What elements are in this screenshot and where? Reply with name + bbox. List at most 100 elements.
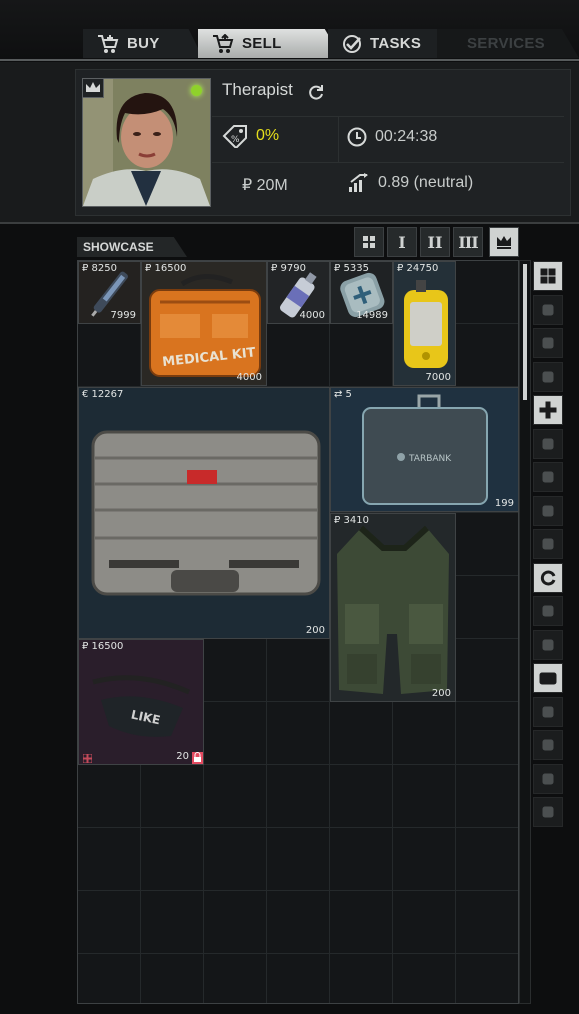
money-stat: ₽ 20M [242,175,288,195]
crown-icon [497,236,511,249]
divider [212,116,564,117]
trader-standing: 0.89 (neutral) [378,174,474,191]
tab-services[interactable]: SERVICES [437,29,579,58]
grid-icon [363,236,375,248]
tab-sell-label: SELL [242,35,282,52]
divider [338,117,339,162]
info-icon [542,806,554,818]
discount-stat: % 0% [222,124,279,148]
filter-level-2[interactable]: II [420,227,450,257]
magazine-icon [542,337,554,349]
category-info[interactable] [533,797,563,827]
category-gear[interactable] [533,596,563,626]
checkmark-icon [343,34,361,53]
item-price: ₽ 3410 [334,515,369,526]
item-bottle[interactable]: ₽ 9790 4000 [267,261,330,324]
tab-divider [0,59,579,61]
grenade-icon [542,538,554,550]
category-provisions[interactable] [533,428,563,459]
item-count: 199 [494,498,514,509]
filter-level-3[interactable]: III [453,227,483,257]
tab-sell[interactable]: SELL [198,29,342,58]
category-barter[interactable] [533,495,563,526]
grid-icon [540,268,556,284]
item-price: ₽ 24750 [397,263,439,274]
category-container[interactable] [533,663,563,693]
category-magazine[interactable] [533,328,563,358]
trader-name: Therapist [222,80,293,99]
category-ammo[interactable] [533,361,563,392]
category-map[interactable] [533,629,563,660]
standing-stat: 0.89 (neutral) [348,173,473,193]
restock-timer: 00:24:38 [375,128,438,145]
ammo-icon [542,371,554,382]
lock-icon [192,752,203,764]
gear-icon [542,605,554,617]
category-grid[interactable] [533,261,563,291]
medical-icon [539,401,557,419]
item-count: 14989 [356,310,388,321]
item-count: 7000 [425,372,451,383]
briefcase-icon: TARBANK [362,394,488,505]
item-count: 4000 [236,372,262,383]
tab-buy[interactable]: BUY [83,29,203,58]
container-icon [539,672,557,685]
clock-icon [347,127,367,147]
item-count: 200 [431,688,451,699]
refresh-icon [540,570,556,585]
key-icon [542,706,554,717]
item-injector[interactable]: ₽ 8250 7999 [78,261,141,324]
category-medical[interactable] [533,395,563,425]
filter-loyalty[interactable] [489,227,519,257]
item-vest[interactable]: ₽ 3410 200 [330,513,456,702]
item-document-case[interactable]: TARBANK ⇄ 5 199 [330,387,519,512]
category-rifle[interactable] [533,294,563,325]
item-fanny-pack[interactable]: LIKE ₽ 16500 20 [78,639,204,765]
case-icon [91,430,321,596]
category-grenade[interactable] [533,529,563,559]
item-count: 7999 [110,310,136,321]
item-first-aid[interactable]: ₽ 5335 14989 [330,261,393,324]
discount-value: 0% [256,127,280,144]
medical-kit-icon: MEDICAL KIT [149,274,261,377]
trader-avatar [83,79,210,206]
item-price: ₽ 8250 [82,263,117,274]
item-count: 200 [305,625,325,636]
tab-buy-label: BUY [127,35,160,52]
item-medical-kit[interactable]: MEDICAL KIT ₽ 16500 4000 [141,261,267,386]
crown-icon [83,79,104,98]
filter-all[interactable] [354,227,384,257]
category-keys[interactable] [533,763,563,794]
showcase-label: SHOWCASE [77,237,187,257]
knife-icon [542,471,554,483]
category-knife[interactable] [533,462,563,492]
category-key[interactable] [533,696,563,727]
item-price: € 12267 [82,389,124,400]
cart-icon [98,34,119,53]
fanny-pack-icon: LIKE [92,675,191,737]
discount-tag-icon: % [222,125,247,148]
item-price: ₽ 16500 [82,641,124,652]
keys-icon [542,773,554,784]
tab-tasks[interactable]: TASKS [328,29,456,58]
item-large-case[interactable]: € 12267 200 [78,387,330,639]
analyzer-icon [404,280,448,368]
filter-level-1[interactable]: I [387,227,417,257]
item-price: ₽ 5335 [334,263,369,274]
item-price: ₽ 16500 [145,263,187,274]
vest-icon [337,525,449,694]
online-status-indicator [191,85,202,96]
refresh-icon[interactable] [307,83,325,101]
tab-services-label: SERVICES [467,35,545,52]
item-price: ₽ 9790 [271,263,306,274]
item-price: ⇄ 5 [334,389,352,400]
trader-money: ₽ 20M [242,177,288,194]
item-yellow-device[interactable]: ₽ 24750 7000 [393,261,456,386]
category-book[interactable] [533,730,563,760]
grid-icon [83,754,92,763]
provisions-icon [542,438,554,449]
standing-graph-icon [349,173,368,192]
scrollbar-thumb[interactable] [523,264,527,400]
category-refresh[interactable] [533,562,563,593]
svg-text:%: % [231,135,240,145]
